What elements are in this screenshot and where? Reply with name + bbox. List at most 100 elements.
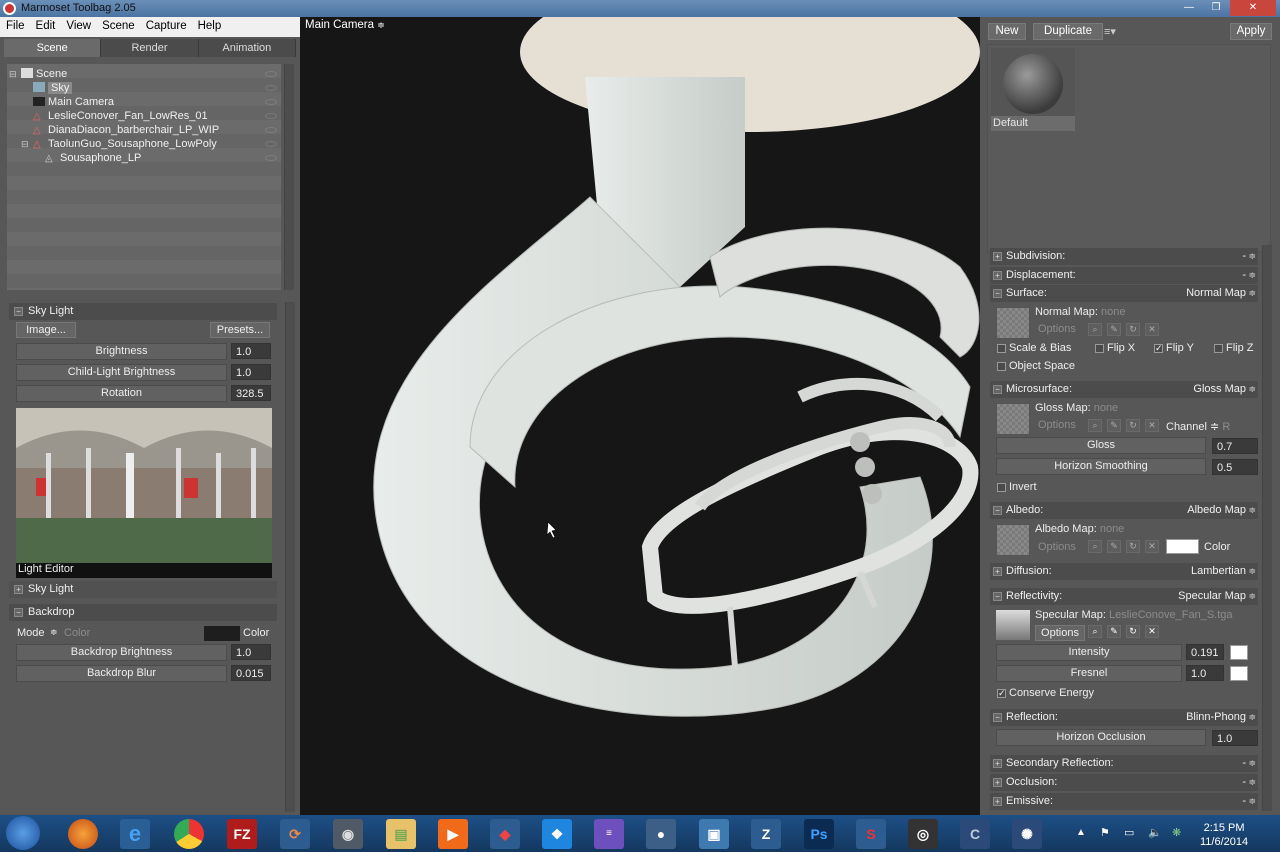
dropdown-arrow-icon[interactable]: ≑ [1248, 793, 1256, 810]
search-icon[interactable]: ⌕ [1088, 625, 1102, 638]
marmoset-taskbar-icon[interactable]: ● [646, 819, 676, 849]
menu-scene[interactable]: Scene [96, 17, 140, 32]
fresnel-slider[interactable]: Fresnel [996, 665, 1182, 682]
sky-light-subheader[interactable]: + Sky Light [9, 581, 277, 598]
media-player-icon[interactable]: ▶ [438, 819, 468, 849]
intensity-value[interactable]: 0.191 [1186, 644, 1224, 660]
backdrop-header[interactable]: − Backdrop [9, 604, 277, 621]
expand-icon[interactable]: + [993, 567, 1002, 576]
minimize-button[interactable]: — [1176, 0, 1202, 16]
collapse-icon[interactable]: − [993, 713, 1002, 722]
image-button[interactable]: Image... [16, 322, 76, 338]
horizon-occlusion-slider[interactable]: Horizon Occlusion [996, 729, 1206, 746]
dropdown-arrow-icon[interactable]: ≑ [1248, 502, 1256, 519]
flip-z-checkbox[interactable] [1214, 344, 1223, 353]
app-icon[interactable]: ✺ [1012, 819, 1042, 849]
backdrop-blur-slider[interactable]: Backdrop Blur [16, 665, 227, 682]
expand-icon[interactable]: + [993, 797, 1002, 806]
subdivision-header[interactable]: + Subdivision: - ≑ [990, 248, 1258, 265]
gloss-slider[interactable]: Gloss [996, 437, 1206, 454]
collapse-icon[interactable]: − [993, 592, 1002, 601]
gloss-value[interactable]: 0.7 [1212, 438, 1258, 454]
intensity-color-swatch[interactable] [1230, 645, 1248, 660]
sync-app-icon[interactable]: ⟳ [280, 819, 310, 849]
tree-item-sousaphone-lp[interactable]: ◬ Sousaphone_LP [9, 151, 281, 165]
mode-value[interactable]: Color [64, 627, 90, 639]
visibility-eye-icon[interactable] [265, 113, 277, 119]
expand-icon[interactable]: + [993, 759, 1002, 768]
pencil-icon[interactable]: ✎ [1107, 625, 1121, 638]
visibility-eye-icon[interactable] [265, 71, 277, 77]
dropdown-arrow-icon[interactable]: ≑ [1248, 563, 1256, 580]
tree-scrollbar[interactable] [284, 64, 294, 290]
duplicate-material-button[interactable]: Duplicate [1033, 23, 1103, 40]
collapse-icon[interactable]: − [993, 289, 1002, 298]
dropbox-icon[interactable]: ❖ [542, 819, 572, 849]
fresnel-value[interactable]: 1.0 [1186, 665, 1224, 681]
expand-icon[interactable]: + [14, 585, 23, 594]
visibility-eye-icon[interactable] [265, 85, 277, 91]
invert-checkbox[interactable] [997, 483, 1006, 492]
diffusion-mode[interactable]: Lambertian [1191, 563, 1246, 580]
flip-y-checkbox[interactable]: ✓ [1154, 344, 1163, 353]
dropdown-arrow-icon[interactable]: ≑ [1248, 755, 1256, 772]
dropdown-arrow-icon[interactable]: ≑ [1248, 267, 1256, 284]
fresnel-color-swatch[interactable] [1230, 666, 1248, 681]
backdrop-color-swatch[interactable] [204, 626, 240, 641]
sky-light-editor-image[interactable]: Light Editor [16, 408, 272, 578]
tree-item-barberchair[interactable]: △ DianaDiacon_barberchair_LP_WIP [9, 123, 281, 137]
autodesk-icon[interactable]: ◆ [490, 819, 520, 849]
collapse-icon[interactable]: − [993, 385, 1002, 394]
rotation-value[interactable]: 328.5 [231, 385, 271, 401]
dropdown-arrow-icon[interactable]: ≑ [1248, 381, 1256, 398]
visibility-eye-icon[interactable] [265, 127, 277, 133]
tree-item-sky[interactable]: Sky [9, 81, 281, 95]
tray-app-icon[interactable]: ❋ [1172, 826, 1181, 839]
panel-scrollbar[interactable] [285, 302, 295, 812]
menu-edit[interactable]: Edit [30, 17, 61, 32]
reload-icon[interactable]: ↻ [1126, 625, 1140, 638]
backdrop-brightness-slider[interactable]: Backdrop Brightness [16, 644, 227, 661]
albedo-color-swatch[interactable] [1166, 539, 1199, 554]
app-icon[interactable]: C [960, 819, 990, 849]
zbrush-icon[interactable]: Z [751, 819, 781, 849]
collapse-icon[interactable]: − [14, 608, 23, 617]
tab-render[interactable]: Render [101, 39, 199, 57]
mode-dropdown-arrow[interactable]: ≑ [50, 627, 58, 638]
brightness-value[interactable]: 1.0 [231, 343, 271, 359]
dropdown-arrow-icon[interactable]: ≑ [1248, 774, 1256, 791]
photoshop-icon[interactable]: Ps [804, 819, 834, 849]
visibility-eye-icon[interactable] [265, 141, 277, 147]
window-icon[interactable]: ▣ [699, 819, 729, 849]
presets-button[interactable]: Presets... [210, 322, 270, 338]
specular-map-thumbnail[interactable] [996, 610, 1030, 640]
albedo-mode[interactable]: Albedo Map [1187, 502, 1246, 519]
system-clock[interactable]: 2:15 PM 11/6/2014 [1200, 821, 1248, 849]
surface-mode[interactable]: Normal Map [1186, 285, 1246, 302]
backdrop-blur-value[interactable]: 0.015 [231, 665, 271, 681]
tray-volume-icon[interactable]: 🔈 [1148, 826, 1162, 839]
3d-viewport[interactable]: Main Camera ≑ [300, 17, 980, 815]
backdrop-brightness-value[interactable]: 1.0 [231, 644, 271, 660]
internet-explorer-icon[interactable]: e [120, 819, 150, 849]
expand-icon[interactable]: + [993, 271, 1002, 280]
tab-scene[interactable]: Scene [4, 39, 102, 57]
rotation-slider[interactable]: Rotation [16, 385, 227, 402]
apply-material-button[interactable]: Apply [1230, 23, 1272, 40]
dropdown-arrow-icon[interactable]: ≑ [1248, 709, 1256, 726]
microsurface-header[interactable]: − Microsurface: Gloss Map ≑ [990, 381, 1258, 398]
clear-icon[interactable]: ✕ [1145, 625, 1159, 638]
reflectivity-mode[interactable]: Specular Map [1178, 588, 1246, 605]
app-icon[interactable]: ◎ [908, 819, 938, 849]
tree-item-main-camera[interactable]: Main Camera [9, 95, 281, 109]
secondary-reflection-header[interactable]: + Secondary Reflection: - ≑ [990, 755, 1258, 772]
skylight-header[interactable]: − Sky Light [9, 303, 277, 320]
expand-icon[interactable]: ⊟ [21, 137, 31, 151]
normal-map-slot[interactable] [996, 307, 1030, 339]
gloss-map-slot[interactable] [996, 403, 1030, 435]
reflection-mode[interactable]: Blinn-Phong [1186, 709, 1246, 726]
emissive-header[interactable]: + Emissive: - ≑ [990, 793, 1258, 810]
app-icon[interactable]: ≡ [594, 819, 624, 849]
child-light-brightness-value[interactable]: 1.0 [231, 364, 271, 380]
maximize-button[interactable]: ❐ [1203, 0, 1229, 16]
